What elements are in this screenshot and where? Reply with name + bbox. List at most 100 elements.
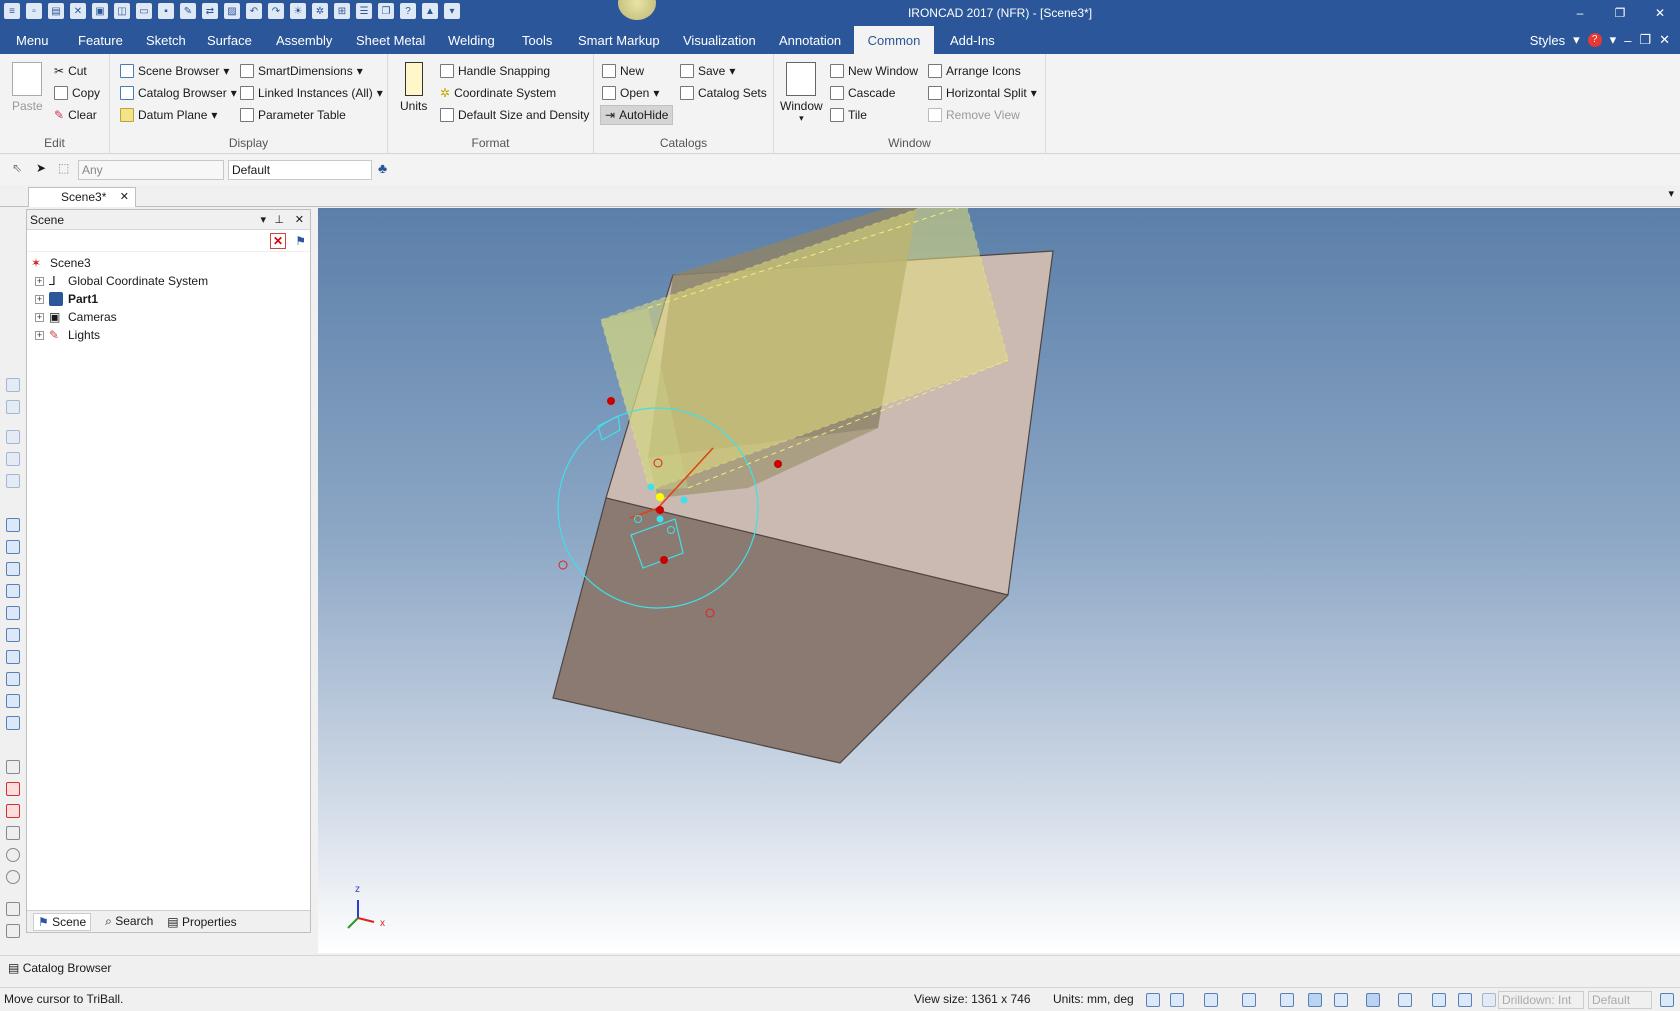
view-front-icon[interactable] xyxy=(6,518,20,532)
styles-dropdown-icon[interactable]: ▾ xyxy=(1573,32,1580,48)
triball-handle[interactable] xyxy=(680,496,688,504)
catalog-sets-button[interactable]: Catalog Sets xyxy=(680,83,767,103)
expand-icon[interactable]: + xyxy=(35,312,44,322)
tab-menu[interactable]: Menu xyxy=(14,26,51,54)
new-catalog-button[interactable]: New xyxy=(602,61,644,81)
view-iso3-icon[interactable] xyxy=(6,694,20,708)
tab-sketch[interactable]: Sketch xyxy=(144,26,188,54)
tab-add-ins[interactable]: Add-Ins xyxy=(948,26,997,54)
expand-icon[interactable]: + xyxy=(35,294,44,304)
shading-icon[interactable] xyxy=(1242,993,1256,1007)
panel-pin-icon[interactable]: ⊥ xyxy=(274,210,284,230)
coordinate-system-button[interactable]: ✲ Coordinate System xyxy=(440,83,556,103)
tab-scene3[interactable]: Scene3* ✕ xyxy=(28,187,136,207)
tab-assembly[interactable]: Assembly xyxy=(274,26,334,54)
tree-item-scene3[interactable]: ✶ Scene3 xyxy=(27,254,310,272)
lights-icon[interactable] xyxy=(1334,993,1348,1007)
expand-icon[interactable]: + xyxy=(35,276,44,286)
pointer-mode2-icon[interactable] xyxy=(1482,993,1496,1007)
help-menu-icon[interactable]: ? xyxy=(1587,33,1602,47)
tool-icon-5[interactable] xyxy=(6,474,20,488)
paste-button[interactable]: Paste xyxy=(12,62,43,113)
triball-handle[interactable] xyxy=(656,515,664,523)
render-mode-icon[interactable] xyxy=(1204,993,1218,1007)
triball-handle[interactable] xyxy=(660,556,668,564)
tool-icon-1[interactable] xyxy=(6,378,20,392)
tab-welding[interactable]: Welding xyxy=(446,26,497,54)
copy-button[interactable]: Copy xyxy=(54,83,100,103)
tile-button[interactable]: Tile xyxy=(830,105,867,125)
select-tool-icon[interactable] xyxy=(1432,993,1446,1007)
cut-button[interactable]: ✂ Cut xyxy=(54,61,87,81)
open-catalog-button[interactable]: Open ▾ xyxy=(602,83,659,103)
linked-instances-button[interactable]: Linked Instances (All) ▾ xyxy=(240,83,383,103)
cascade-button[interactable]: Cascade xyxy=(830,83,895,103)
tree-item-cameras[interactable]: + ▣ Cameras xyxy=(27,308,310,326)
restore-button[interactable]: ❐ xyxy=(1600,0,1640,26)
drilldown-combo[interactable]: Drilldown: Int xyxy=(1498,991,1584,1009)
tree-item-global-coordinate-system[interactable]: + ⅃ Global Coordinate System xyxy=(27,272,310,290)
tab-tools[interactable]: Tools xyxy=(520,26,554,54)
new-window-button[interactable]: New Window xyxy=(830,61,918,81)
tree-mode-icon[interactable] xyxy=(1660,993,1674,1007)
tree-item-part1[interactable]: + Part1 xyxy=(27,290,310,308)
horizontal-split-button[interactable]: Horizontal Split ▾ xyxy=(928,83,1037,103)
measure-icon[interactable] xyxy=(6,760,20,774)
close-window-button[interactable]: ✕ xyxy=(1640,0,1680,26)
style-combo[interactable]: Default xyxy=(228,160,372,180)
selection-filter-combo[interactable]: Any xyxy=(78,160,224,180)
pointer-icon[interactable]: ➤ xyxy=(36,161,46,175)
parameter-table-button[interactable]: Parameter Table xyxy=(240,105,346,125)
units-button[interactable]: Units xyxy=(400,62,427,113)
tab-search[interactable]: ⌕ Search xyxy=(105,914,153,929)
minimize-button[interactable]: – xyxy=(1560,0,1600,26)
angle-icon[interactable] xyxy=(6,826,20,840)
datum-plane-button[interactable]: Datum Plane ▾ xyxy=(120,105,217,125)
tab-annotation[interactable]: Annotation xyxy=(777,26,843,54)
triball-plane-handle-2[interactable] xyxy=(597,415,621,441)
view-iso4-icon[interactable] xyxy=(6,716,20,730)
tab-common[interactable]: Common xyxy=(854,26,934,54)
rotate2-icon[interactable] xyxy=(6,870,20,884)
tab-smart-markup[interactable]: Smart Markup xyxy=(576,26,662,54)
mdi-minimize-icon[interactable]: – xyxy=(1624,33,1631,48)
section-view-icon[interactable] xyxy=(1308,993,1322,1007)
tab-feature[interactable]: Feature xyxy=(76,26,125,54)
display-icon[interactable] xyxy=(1366,993,1380,1007)
section2-icon[interactable] xyxy=(6,804,20,818)
tree-item-lights[interactable]: + ✎ Lights xyxy=(27,326,310,344)
view-left-icon[interactable] xyxy=(6,562,20,576)
triball-handle[interactable] xyxy=(607,397,615,405)
view-bottom-icon[interactable] xyxy=(6,628,20,642)
panel-dropdown-icon[interactable]: ▾ xyxy=(260,210,266,230)
triball-handle[interactable] xyxy=(656,493,664,501)
section-icon[interactable] xyxy=(6,782,20,796)
window-button[interactable]: Window ▾ xyxy=(780,62,823,124)
arrange-icons-button[interactable]: Arrange Icons xyxy=(928,61,1021,81)
zoom-fit-icon[interactable] xyxy=(1146,993,1160,1007)
mdi-restore-icon[interactable]: ❐ xyxy=(1639,32,1651,48)
smart-dimensions-button[interactable]: SmartDimensions ▾ xyxy=(240,61,363,81)
save-catalog-button[interactable]: Save ▾ xyxy=(680,61,735,81)
tab-scene[interactable]: ⚑ Scene xyxy=(33,912,92,931)
tab-surface[interactable]: Surface xyxy=(205,26,254,54)
catalog-browser-button[interactable]: Catalog Browser ▾ xyxy=(120,83,237,103)
expand-icon[interactable]: + xyxy=(35,330,44,340)
tabs-dropdown-icon[interactable]: ▾ xyxy=(1668,187,1674,200)
clear-button[interactable]: ✎ Clear xyxy=(54,105,97,125)
default-combo[interactable]: Default xyxy=(1588,991,1652,1009)
select-part-icon[interactable]: ⇖ xyxy=(12,161,22,175)
sketch-tool-icon[interactable] xyxy=(6,902,20,916)
hierarchy-icon[interactable]: ♣ xyxy=(378,160,387,176)
triball-handle[interactable] xyxy=(558,560,568,570)
styles-menu[interactable]: Styles xyxy=(1530,33,1565,48)
autohide-toggle[interactable]: ⇥ AutoHide xyxy=(600,105,674,125)
view-iso-icon[interactable] xyxy=(6,650,20,664)
tab-visualization[interactable]: Visualization xyxy=(681,26,758,54)
tool-icon-4[interactable] xyxy=(6,452,20,466)
view-iso2-icon[interactable] xyxy=(6,672,20,686)
triball-handle[interactable] xyxy=(774,460,782,468)
tool-icon-2[interactable] xyxy=(6,400,20,414)
tool-icon-3[interactable] xyxy=(6,430,20,444)
stack-icon[interactable] xyxy=(6,924,20,938)
